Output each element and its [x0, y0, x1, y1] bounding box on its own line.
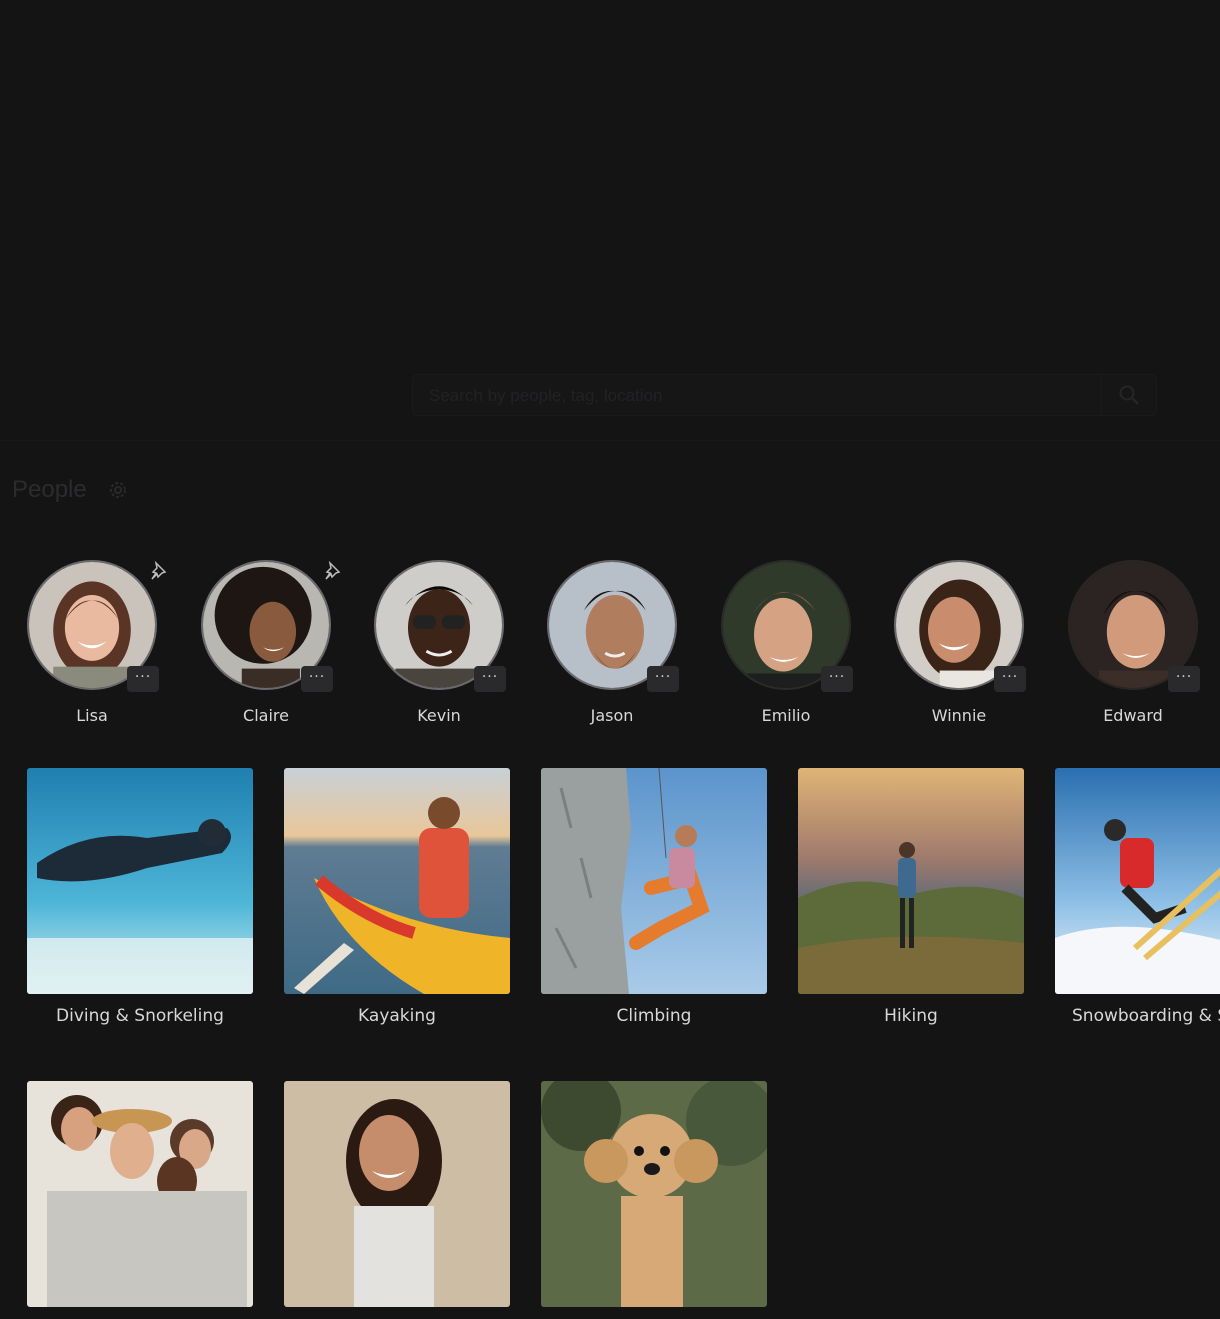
category-label: Diving & Snorkeling — [56, 1006, 224, 1026]
search-button[interactable] — [1101, 375, 1156, 415]
person-jason[interactable]: ··· Jason — [542, 560, 682, 730]
category-kayaking[interactable]: Kayaking — [284, 768, 510, 1026]
more-options-button[interactable]: ··· — [1168, 666, 1200, 692]
person-name: Winnie — [931, 706, 987, 725]
category-thumbnail[interactable] — [541, 768, 767, 994]
category-tile-group[interactable] — [27, 1081, 253, 1319]
more-options-button[interactable]: ··· — [127, 666, 159, 692]
category-climbing[interactable]: Climbing — [541, 768, 767, 1026]
more-options-button[interactable]: ··· — [994, 666, 1026, 692]
search-icon — [1119, 385, 1139, 405]
person-name: Edward — [1103, 706, 1163, 725]
more-options-button[interactable]: ··· — [821, 666, 853, 692]
person-winnie[interactable]: ··· Winnie — [889, 560, 1029, 730]
category-label: Snowboarding & Skiing — [1072, 1006, 1220, 1026]
header-divider — [0, 440, 1220, 441]
category-hiking[interactable]: Hiking — [798, 768, 1024, 1026]
dimmed-overlay-area: People — [0, 0, 1220, 540]
category-diving-snorkeling[interactable]: Diving & Snorkeling — [27, 768, 253, 1026]
category-thumbnail[interactable] — [1055, 768, 1220, 994]
category-tile-dog[interactable] — [541, 1081, 767, 1319]
category-thumbnail[interactable] — [284, 1081, 510, 1307]
category-label: Kayaking — [358, 1006, 436, 1026]
category-tile-portrait[interactable] — [284, 1081, 510, 1319]
category-thumbnail[interactable] — [798, 768, 1024, 994]
category-label: Climbing — [616, 1006, 692, 1026]
person-claire[interactable]: ··· Claire — [196, 560, 341, 730]
person-name: Jason — [590, 706, 634, 725]
person-edward[interactable]: ··· Edward — [1063, 560, 1203, 730]
person-name: Claire — [243, 706, 289, 725]
category-snowboarding-skiing[interactable]: Snowboarding & Skiing — [1055, 768, 1220, 1026]
category-thumbnail[interactable] — [27, 768, 253, 994]
category-thumbnail[interactable] — [284, 768, 510, 994]
search-bar[interactable] — [412, 374, 1157, 417]
person-name: Kevin — [417, 706, 461, 725]
more-options-button[interactable]: ··· — [301, 666, 333, 692]
search-input[interactable] — [427, 375, 1091, 417]
person-emilio[interactable]: ··· Emilio — [716, 560, 856, 730]
person-name: Emilio — [761, 706, 811, 725]
more-options-button[interactable]: ··· — [474, 666, 506, 692]
gear-icon[interactable] — [106, 478, 130, 502]
pin-icon[interactable] — [147, 560, 171, 584]
category-thumbnail[interactable] — [27, 1081, 253, 1307]
category-thumbnail[interactable] — [541, 1081, 767, 1307]
more-options-button[interactable]: ··· — [647, 666, 679, 692]
person-lisa[interactable]: ··· Lisa — [22, 560, 167, 730]
pin-icon[interactable] — [321, 560, 345, 584]
person-kevin[interactable]: ··· Kevin — [369, 560, 509, 730]
category-label: Hiking — [884, 1006, 938, 1026]
people-section-title: People — [12, 476, 87, 503]
person-name: Lisa — [76, 706, 108, 725]
